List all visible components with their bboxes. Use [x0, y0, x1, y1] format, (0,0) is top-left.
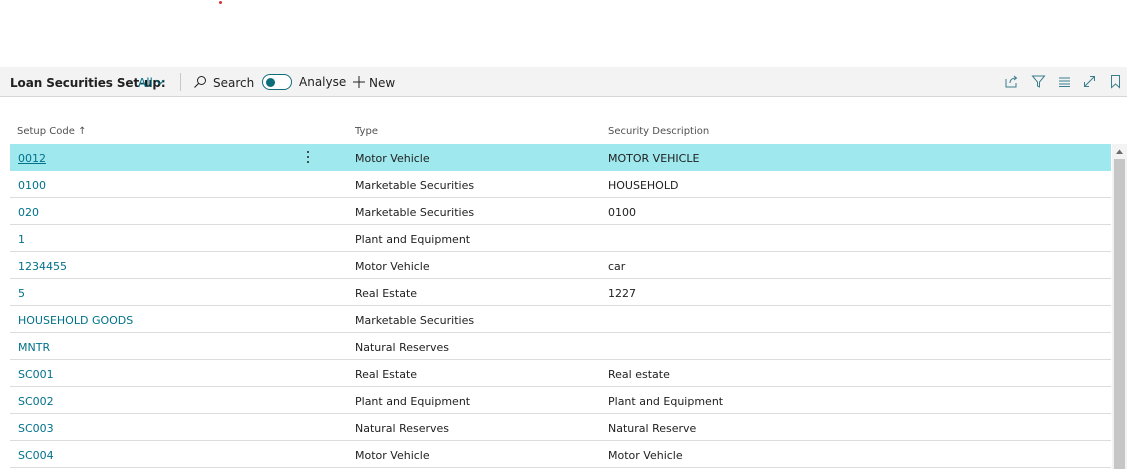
security-description-cell: car [608, 260, 626, 273]
type-cell: Natural Reserves [355, 422, 450, 435]
setup-code-link[interactable]: 020 [18, 206, 39, 219]
search-button[interactable]: Search [213, 76, 254, 90]
type-cell: Motor Vehicle [355, 260, 430, 273]
chevron-down-icon[interactable] [154, 76, 166, 88]
security-description-cell: MOTOR VEHICLE [608, 152, 700, 165]
scroll-up-arrow-icon[interactable] [1115, 148, 1124, 155]
column-header-setup-code[interactable]: Setup Code ↑ [17, 126, 86, 137]
setup-code-link[interactable]: MNTR [18, 341, 50, 354]
type-cell: Motor Vehicle [355, 449, 430, 462]
securities-table: 0012 Motor Vehicle MOTOR VEHICLE 0100 Market… [10, 144, 1111, 468]
share-icon[interactable] [1004, 74, 1019, 89]
setup-code-link[interactable]: 5 [18, 287, 25, 300]
bookmark-icon[interactable] [1108, 74, 1123, 89]
indicator-dot [219, 1, 222, 4]
table-row[interactable]: 1 Plant and Equipment [10, 225, 1111, 252]
expand-icon[interactable] [1082, 74, 1097, 89]
security-description-cell: 1227 [608, 287, 636, 300]
column-header-security-description[interactable]: Security Description [608, 126, 709, 137]
table-row[interactable]: SC004 Motor Vehicle Motor Vehicle [10, 441, 1111, 468]
column-header-setup-code-label: Setup Code [17, 126, 75, 137]
type-cell: Natural Reserves [355, 341, 450, 354]
new-button[interactable]: New [369, 76, 395, 90]
column-header-type[interactable]: Type [355, 126, 378, 137]
setup-code-link[interactable]: SC001 [18, 368, 54, 381]
table-row[interactable]: 020 Marketable Securities 0100 [10, 198, 1111, 225]
type-cell: Plant and Equipment [355, 395, 471, 408]
toolbar-divider [180, 73, 181, 91]
type-cell: Marketable Securities [355, 179, 475, 192]
search-icon[interactable] [193, 75, 207, 89]
list-view-icon[interactable] [1057, 74, 1072, 89]
table-row[interactable]: 0012 Motor Vehicle MOTOR VEHICLE [10, 144, 1111, 171]
row-actions-icon[interactable] [306, 150, 310, 164]
security-description-cell: Natural Reserve [608, 422, 697, 435]
setup-code-link[interactable]: 1234455 [18, 260, 67, 273]
plus-icon[interactable] [352, 75, 366, 89]
security-description-cell: 0100 [608, 206, 636, 219]
type-cell: Real Estate [355, 287, 418, 300]
sort-ascending-icon: ↑ [78, 126, 87, 137]
type-cell: Real Estate [355, 368, 418, 381]
analyse-toggle[interactable] [262, 74, 292, 90]
setup-code-link[interactable]: SC004 [18, 449, 54, 462]
analyse-label[interactable]: Analyse [299, 75, 346, 89]
setup-code-link[interactable]: HOUSEHOLD GOODS [18, 314, 133, 327]
table-row[interactable]: SC003 Natural Reserves Natural Reserve [10, 414, 1111, 441]
table-row[interactable]: 1234455 Motor Vehicle car [10, 252, 1111, 279]
setup-code-link[interactable]: SC003 [18, 422, 54, 435]
table-row[interactable]: 5 Real Estate 1227 [10, 279, 1111, 306]
security-description-cell: Plant and Equipment [608, 395, 724, 408]
setup-code-link[interactable]: 0100 [18, 179, 46, 192]
action-bar: Loan Securities Set-up: All Search Analy… [0, 67, 1127, 97]
vertical-scrollbar[interactable] [1112, 144, 1127, 469]
security-description-cell: Real estate [608, 368, 670, 381]
page: Loan Securities Set-up: All Search Analy… [0, 0, 1127, 469]
table-row[interactable]: MNTR Natural Reserves [10, 333, 1111, 360]
type-cell: Marketable Securities [355, 206, 475, 219]
setup-code-link[interactable]: SC002 [18, 395, 54, 408]
type-cell: Plant and Equipment [355, 233, 471, 246]
table-row[interactable]: HOUSEHOLD GOODS Marketable Securities [10, 306, 1111, 333]
setup-code-link[interactable]: 0012 [18, 152, 46, 165]
security-description-cell: HOUSEHOLD [608, 179, 679, 192]
setup-code-link[interactable]: 1 [18, 233, 25, 246]
table-row[interactable]: SC002 Plant and Equipment Plant and Equipm… [10, 387, 1111, 414]
scrollbar-thumb[interactable] [1114, 159, 1125, 469]
type-cell: Marketable Securities [355, 314, 475, 327]
table-row[interactable]: 0100 Marketable Securities HOUSEHOLD [10, 171, 1111, 198]
toggle-knob [266, 77, 275, 87]
type-cell: Motor Vehicle [355, 152, 430, 165]
view-filter-dropdown[interactable]: All [138, 76, 153, 90]
security-description-cell: Motor Vehicle [608, 449, 683, 462]
table-row[interactable]: SC001 Real Estate Real estate [10, 360, 1111, 387]
filter-icon[interactable] [1031, 74, 1046, 89]
